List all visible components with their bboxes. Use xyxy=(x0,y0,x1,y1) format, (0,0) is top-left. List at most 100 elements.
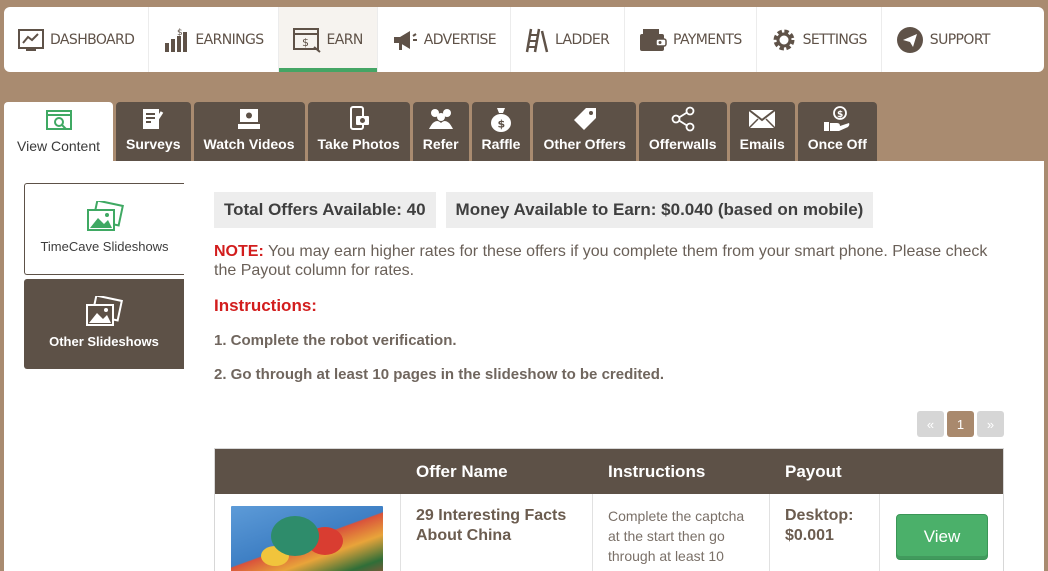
earn-screen-icon: $ xyxy=(292,27,321,53)
people-icon xyxy=(428,109,453,129)
nav-advertise-label: ADVERTISE xyxy=(423,31,497,48)
nav-settings-label: SETTINGS xyxy=(802,31,868,48)
envelope-icon xyxy=(748,109,776,129)
tab-refer-label: Refer xyxy=(422,136,459,152)
slideshow-icon xyxy=(86,296,123,326)
svg-text:$: $ xyxy=(837,110,843,120)
nav-payments-label: PAYMENTS xyxy=(673,31,742,48)
tab-raffle-label: Raffle xyxy=(481,136,521,152)
tab-take-photos-label: Take Photos xyxy=(317,136,400,152)
nav-ladder[interactable]: LADDER xyxy=(511,7,626,72)
pagination-next-button[interactable]: » xyxy=(977,411,1004,437)
video-icon xyxy=(238,109,261,129)
svg-text:$: $ xyxy=(497,118,505,131)
tab-other-offers[interactable]: Other Offers xyxy=(533,102,636,161)
column-header-instructions: Instructions xyxy=(608,461,706,481)
tab-other-offers-label: Other Offers xyxy=(543,136,626,152)
nav-payments[interactable]: PAYMENTS xyxy=(625,7,757,72)
ladder-icon xyxy=(525,28,549,52)
nav-dashboard[interactable]: DASHBOARD xyxy=(4,7,150,72)
instruction-step: 2. Go through at least 10 pages in the s… xyxy=(214,366,665,383)
tab-surveys-label: Surveys xyxy=(126,136,181,152)
offer-thumbnail-cell xyxy=(215,494,401,571)
tab-offerwalls[interactable]: Offerwalls xyxy=(638,102,727,161)
pagination: « 1 » xyxy=(917,411,1004,437)
note-body: You may earn higher rates for these offe… xyxy=(214,243,988,279)
offers-table: Offer Name Instructions Payout 29 Intere… xyxy=(214,448,1004,571)
svg-text:$: $ xyxy=(177,28,182,38)
offer-info: Total Offers Available: 40 Money Availab… xyxy=(214,192,1014,383)
offer-name-cell: 29 Interesting Facts About China xyxy=(401,494,593,571)
column-header-image xyxy=(215,449,401,494)
tab-emails-label: Emails xyxy=(739,136,785,152)
tab-watch-videos-label: Watch Videos xyxy=(203,136,295,152)
view-offer-button[interactable]: View xyxy=(896,514,988,560)
nav-dashboard-label: DASHBOARD xyxy=(50,31,135,48)
offer-payout-cell: Desktop: $0.001 xyxy=(770,494,880,571)
tab-once-off-label: Once Off xyxy=(807,136,867,152)
nav-advertise[interactable]: ADVERTISE xyxy=(378,7,512,72)
tab-raffle[interactable]: $ Raffle xyxy=(471,102,531,161)
offer-action-cell: View xyxy=(880,494,1005,571)
table-header: Offer Name Instructions Payout xyxy=(215,449,1003,494)
pagination-prev-button[interactable]: « xyxy=(917,411,944,437)
earn-category-tabs: View Content Surveys Watch Videos Take P… xyxy=(4,102,877,163)
tab-surveys[interactable]: Surveys xyxy=(116,102,191,161)
note-text: NOTE: You may earn higher rates for thes… xyxy=(214,242,1014,280)
tab-emails[interactable]: Emails xyxy=(729,102,795,161)
photo-icon xyxy=(349,106,369,130)
nav-support-label: SUPPORT xyxy=(929,31,991,48)
tab-view-content-label: View Content xyxy=(17,138,101,154)
column-header-action xyxy=(880,449,1005,494)
instruction-step: 1. Complete the robot verification. xyxy=(214,332,457,349)
paper-plane-icon xyxy=(896,26,923,53)
payout-label: Desktop: xyxy=(785,507,854,524)
survey-icon xyxy=(143,109,164,129)
gear-icon xyxy=(773,29,795,50)
offer-instructions-cell: Complete the captcha at the start then g… xyxy=(593,494,770,571)
offer-name: 29 Interesting Facts About China xyxy=(416,507,567,544)
share-icon xyxy=(671,106,695,132)
tab-take-photos[interactable]: Take Photos xyxy=(307,102,410,161)
offer-instructions: Complete the captcha at the start then g… xyxy=(608,508,745,564)
money-available-badge: Money Available to Earn: $0.040 (based o… xyxy=(445,192,874,228)
hand-coin-icon: $ xyxy=(824,106,850,131)
tab-once-off[interactable]: $ Once Off xyxy=(797,102,877,161)
slideshow-icon xyxy=(86,201,124,231)
earnings-chart-icon: $ xyxy=(165,28,188,52)
nav-earn-label: EARN xyxy=(326,31,364,48)
tag-icon xyxy=(573,108,596,130)
svg-text:$: $ xyxy=(302,36,309,49)
table-row: 29 Interesting Facts About China Complet… xyxy=(215,494,1003,571)
nav-support[interactable]: SUPPORT xyxy=(882,7,1004,72)
column-header-offer-name: Offer Name xyxy=(416,461,508,481)
slideshow-sidebar: TimeCave Slideshows Other Slideshows xyxy=(24,183,184,369)
sidebar-item-other-slideshows[interactable]: Other Slideshows xyxy=(24,279,184,369)
sidebar-item-label: TimeCave Slideshows xyxy=(40,239,169,254)
nav-earnings-label: EARNINGS xyxy=(195,31,264,48)
megaphone-icon xyxy=(393,30,417,50)
tab-watch-videos[interactable]: Watch Videos xyxy=(193,102,305,161)
nav-earnings[interactable]: $ EARNINGS xyxy=(149,7,279,72)
tab-offerwalls-label: Offerwalls xyxy=(648,136,717,152)
nav-settings[interactable]: SETTINGS xyxy=(757,7,882,72)
column-header-payout: Payout xyxy=(785,461,842,481)
dashboard-icon xyxy=(18,28,44,51)
content-panel: TimeCave Slideshows Other Slideshows Tot… xyxy=(4,161,1044,571)
tab-view-content[interactable]: View Content xyxy=(4,102,114,163)
nav-earn[interactable]: $ EARN xyxy=(278,7,378,72)
money-bag-icon: $ xyxy=(490,108,511,132)
view-content-icon xyxy=(45,110,72,130)
pagination-page-button[interactable]: 1 xyxy=(947,411,974,437)
tab-refer[interactable]: Refer xyxy=(412,102,469,161)
top-navigation: DASHBOARD $ EARNINGS $ EARN ADVERTISE LA… xyxy=(4,7,1044,72)
sidebar-item-timecave-slideshows[interactable]: TimeCave Slideshows xyxy=(24,183,184,275)
sidebar-item-label: Other Slideshows xyxy=(49,334,159,349)
note-label: NOTE: xyxy=(214,243,264,260)
wallet-icon xyxy=(640,28,667,51)
total-offers-badge: Total Offers Available: 40 xyxy=(214,192,436,228)
instructions-heading: Instructions: xyxy=(214,296,317,315)
payout-value: $0.001 xyxy=(785,527,834,544)
offer-thumbnail-image[interactable] xyxy=(231,506,383,571)
nav-ladder-label: LADDER xyxy=(555,31,610,48)
